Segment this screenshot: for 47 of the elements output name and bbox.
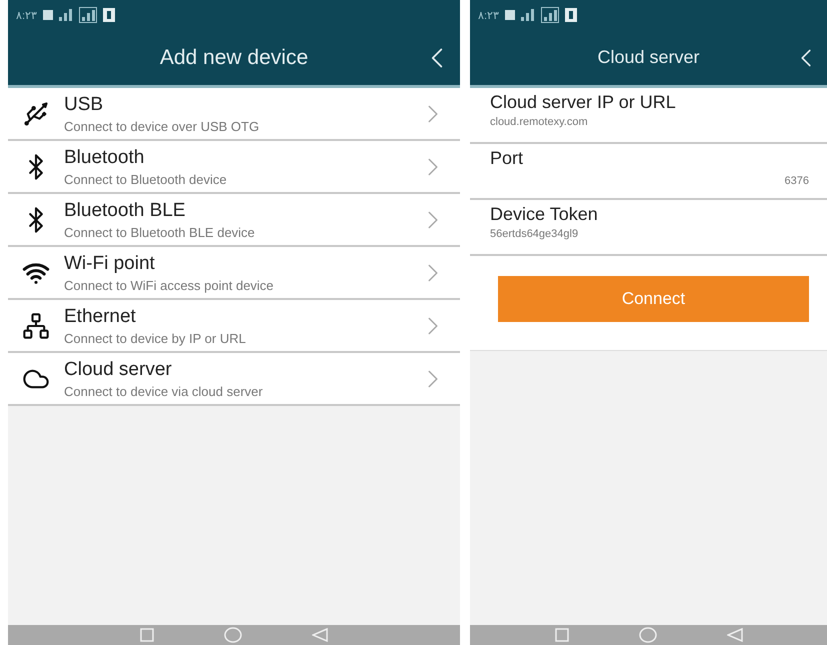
ethernet-icon: [22, 312, 50, 340]
screen-title: Cloud server: [597, 47, 700, 68]
device-option[interactable]: Ethernet Connect to device by IP or URL: [8, 300, 460, 353]
field-label: Cloud server IP or URL: [490, 92, 677, 113]
field-value: 56ertds64ge34gl9: [490, 228, 580, 240]
field-value: cloud.remotexy.com: [490, 116, 589, 128]
signal-icon: [541, 7, 560, 23]
screen-title: Add new device: [160, 46, 308, 70]
device-option[interactable]: Bluetooth Connect to Bluetooth device: [8, 141, 460, 194]
device-name: Bluetooth BLE: [64, 200, 186, 222]
device-option[interactable]: Cloud server Connect to device via cloud server: [8, 353, 460, 406]
device-name: Cloud server: [64, 358, 173, 380]
device-name: Ethernet: [64, 306, 137, 328]
signal-icon: [59, 9, 74, 21]
device-name: Wi-Fi point: [64, 252, 156, 274]
sim-icon: [103, 8, 116, 22]
device-name: Bluetooth: [64, 146, 146, 168]
device-description: Connect to Bluetooth BLE device: [64, 224, 256, 240]
device-option[interactable]: Wi-Fi point Connect to WiFi access point device: [8, 247, 460, 300]
form-field[interactable]: Port 6376: [470, 144, 827, 200]
back-icon[interactable]: [312, 628, 328, 642]
battery-icon: [43, 10, 54, 20]
field-value: 6376: [784, 175, 809, 187]
device-option[interactable]: USB Connect to device over USB OTG: [8, 88, 460, 141]
device-description: Connect to WiFi access point device: [64, 278, 275, 292]
usb-icon: [22, 100, 50, 128]
form-field[interactable]: Cloud server IP or URL cloud.remotexy.com: [470, 88, 827, 144]
form-field[interactable]: Device Token 56ertds64ge34gl9: [470, 200, 827, 256]
back-icon[interactable]: [726, 628, 742, 642]
home-icon[interactable]: [638, 627, 656, 643]
field-label: Device Token: [490, 204, 599, 225]
recent-apps-icon[interactable]: [554, 628, 568, 642]
battery-icon: [505, 10, 516, 20]
field-label: Port: [490, 148, 524, 169]
signal-icon: [79, 7, 98, 23]
recent-apps-icon[interactable]: [140, 628, 154, 642]
device-description: Connect to Bluetooth device: [64, 172, 228, 186]
sim-icon: [565, 8, 578, 22]
device-description: Connect to device via cloud server: [64, 384, 264, 398]
home-icon[interactable]: [224, 627, 242, 643]
device-name: USB: [64, 94, 104, 116]
device-option[interactable]: Bluetooth BLE Connect to Bluetooth BLE device: [8, 194, 460, 247]
status-time: ٨:٢٣: [16, 8, 38, 22]
device-description: Connect to device by IP or URL: [64, 330, 247, 346]
signal-icon: [521, 9, 536, 21]
device-description: Connect to device over USB OTG: [64, 118, 260, 134]
status-time: ٨:٢٣: [478, 8, 500, 22]
